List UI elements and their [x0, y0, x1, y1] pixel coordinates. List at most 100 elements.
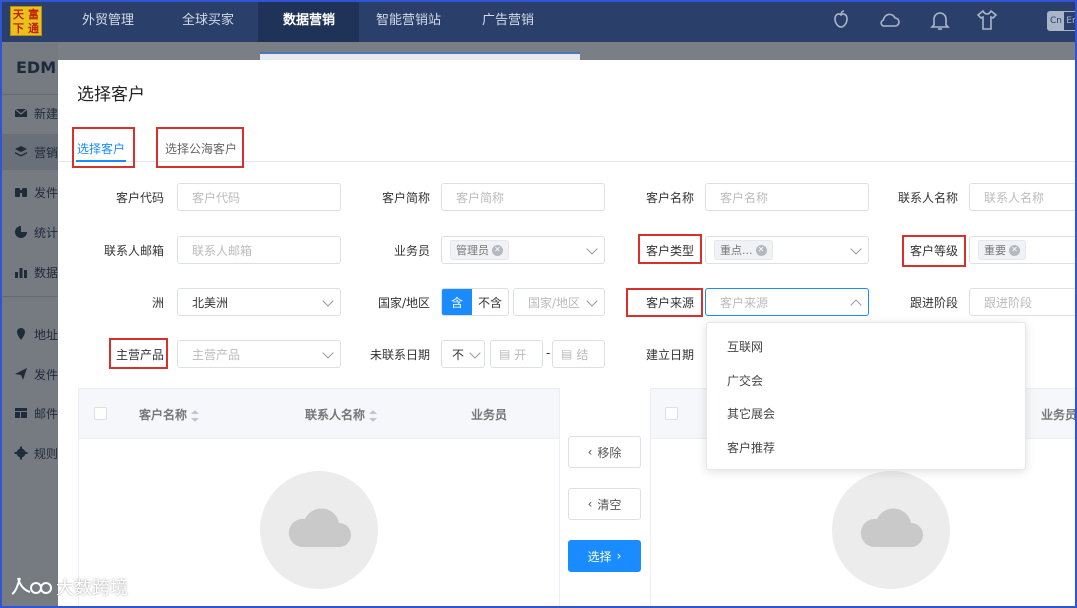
source-option-canton-fair[interactable]: 广交会 — [727, 372, 763, 389]
send-icon — [14, 367, 28, 381]
sidebar-title: EDM — [16, 58, 57, 77]
operator-value: 不 — [452, 347, 465, 362]
column-salesperson: 业务员 — [471, 408, 508, 422]
last-contact-label: 未联系日期 — [369, 348, 430, 362]
remove-button[interactable]: ‹ 移除 — [568, 436, 641, 468]
logo-char: 下 — [13, 21, 24, 35]
customer-source-dropdown: 互联网 广交会 其它展会 客户推荐 — [706, 322, 1026, 470]
column-contact-name[interactable]: 联系人名称 — [305, 406, 378, 423]
select-all-checkbox[interactable] — [665, 407, 678, 420]
clear-button[interactable]: ‹ 清空 — [568, 488, 641, 520]
tag-close-icon[interactable]: ✕ — [1009, 244, 1020, 256]
column-salesperson: 业务员 — [1041, 408, 1077, 422]
tab-active-indicator — [76, 160, 126, 162]
tag-close-icon[interactable]: ✕ — [755, 244, 767, 256]
customer-level-label: 客户等级 — [909, 244, 958, 258]
tag-text: 管理员 — [456, 244, 489, 257]
country-select[interactable]: 国家/地区 — [513, 288, 605, 316]
continent-label: 洲 — [151, 296, 164, 310]
logo[interactable]: 天 富 下 通 — [10, 6, 42, 36]
include-option[interactable]: 含 — [442, 289, 472, 315]
lang-cn[interactable]: Cn — [1048, 12, 1064, 30]
source-option-other-exhibition[interactable]: 其它展会 — [727, 405, 775, 422]
background-tabs — [260, 52, 580, 60]
sidebar: EDM 新建 营销 发件 统计 数据 地址 发件 邮件 规则 — [0, 42, 58, 608]
start-date-placeholder: 开 — [514, 347, 527, 362]
nav-item-data-marketing[interactable]: 数据营销 — [258, 0, 359, 42]
chevron-down-icon — [586, 295, 598, 307]
select-button[interactable]: 选择 › — [568, 540, 641, 572]
pie-chart-icon — [14, 225, 28, 239]
last-contact-end-date[interactable]: ▤ 结 — [552, 340, 605, 368]
modal-tabs: 选择客户 选择公海客户 — [58, 132, 1077, 162]
customer-name-input[interactable]: 客户名称 — [705, 183, 869, 211]
customer-type-select[interactable]: 重点... ✕ — [705, 236, 869, 264]
template-icon — [14, 406, 28, 420]
top-nav: 天 富 下 通 外贸管理 全球买家 数据营销 智能营销站 广告营销 Cn En — [0, 0, 1077, 42]
exclude-option[interactable]: 不含 — [472, 289, 508, 315]
end-date-placeholder: 结 — [576, 347, 589, 362]
sidebar-item-address[interactable]: 地址 — [0, 316, 58, 352]
salesperson-label: 业务员 — [393, 244, 430, 258]
customer-name-label: 客户名称 — [645, 191, 694, 205]
country-label: 国家/地区 — [377, 296, 430, 310]
sidebar-item-stats[interactable]: 统计 — [0, 214, 58, 250]
select-customer-modal: 选择客户 选择客户 选择公海客户 客户代码 客户代码 客户简称 客户简称 客户名… — [58, 60, 1077, 608]
tab-select-public-customer[interactable]: 选择公海客户 — [165, 140, 237, 157]
sidebar-item-label: 邮件 — [34, 406, 59, 421]
customer-level-tag: 重要 ✕ — [978, 240, 1026, 260]
customer-short-input[interactable]: 客户简称 — [441, 183, 605, 211]
last-contact-operator-select[interactable]: 不 — [441, 340, 485, 368]
contact-name-input[interactable]: 联系人名称 — [969, 183, 1077, 211]
sidebar-item-data[interactable]: 数据 — [0, 254, 58, 290]
source-option-referral[interactable]: 客户推荐 — [727, 439, 775, 456]
tag-text: 重要 — [984, 244, 1006, 257]
sort-icon[interactable] — [369, 409, 378, 422]
sidebar-item-rules[interactable]: 规则 — [0, 435, 58, 471]
last-contact-start-date[interactable]: ▤ 开 — [490, 340, 543, 368]
chevron-up-icon — [850, 299, 862, 311]
main-product-label: 主营产品 — [115, 348, 164, 362]
gear-icon — [14, 446, 28, 460]
sidebar-item-marketing[interactable]: 营销 — [0, 134, 58, 170]
sidebar-item-outbox[interactable]: 发件 — [0, 356, 58, 392]
customer-code-input[interactable]: 客户代码 — [177, 183, 341, 211]
nav-item-smart-marketing-station[interactable]: 智能营销站 — [362, 0, 462, 42]
sidebar-item-mail-template[interactable]: 邮件 — [0, 395, 58, 431]
tag-close-icon[interactable]: ✕ — [492, 244, 503, 256]
lang-en[interactable]: En — [1064, 12, 1077, 30]
empty-state — [832, 471, 950, 589]
remove-label: 移除 — [597, 445, 622, 460]
customer-code-label: 客户代码 — [115, 191, 164, 205]
nav-item-trade-management[interactable]: 外贸管理 — [68, 0, 150, 42]
customer-source-select[interactable]: 客户来源 — [705, 288, 869, 316]
column-customer-name[interactable]: 客户名称 — [139, 406, 200, 423]
sidebar-item-new[interactable]: 新建 — [0, 95, 58, 131]
tshirt-icon[interactable] — [975, 8, 999, 32]
location-pin-icon — [14, 327, 28, 341]
country-include-toggle[interactable]: 含 不含 — [441, 288, 509, 316]
chevron-down-icon — [586, 243, 598, 255]
nav-item-ad-marketing[interactable]: 广告营销 — [468, 0, 558, 42]
language-switch[interactable]: Cn En — [1047, 11, 1077, 31]
sort-icon[interactable] — [191, 409, 200, 422]
customer-level-select[interactable]: 重要 ✕ — [969, 236, 1077, 264]
continent-select[interactable]: 北美洲 — [177, 288, 341, 316]
main-product-select[interactable]: 主营产品 — [177, 340, 341, 368]
tab-select-customer[interactable]: 选择客户 — [77, 140, 125, 157]
contact-email-input[interactable]: 联系人邮箱 — [177, 236, 341, 264]
nav-item-global-buyers[interactable]: 全球买家 — [168, 0, 258, 42]
bell-icon[interactable] — [928, 8, 952, 32]
bar-chart-icon — [14, 265, 28, 279]
calendar-icon: ▤ — [561, 347, 573, 361]
sidebar-item-label: 营销 — [34, 145, 59, 160]
main-product-placeholder: 主营产品 — [192, 347, 241, 362]
salesperson-select[interactable]: 管理员 ✕ — [441, 236, 605, 264]
select-all-checkbox[interactable] — [94, 407, 107, 420]
cloud-icon[interactable] — [878, 8, 902, 32]
sidebar-item-send[interactable]: 发件 — [0, 174, 58, 210]
contact-name-label: 联系人名称 — [897, 191, 958, 205]
source-option-internet[interactable]: 互联网 — [727, 338, 763, 355]
follow-stage-select[interactable]: 跟进阶段 — [969, 288, 1077, 316]
apple-icon[interactable] — [829, 8, 853, 32]
